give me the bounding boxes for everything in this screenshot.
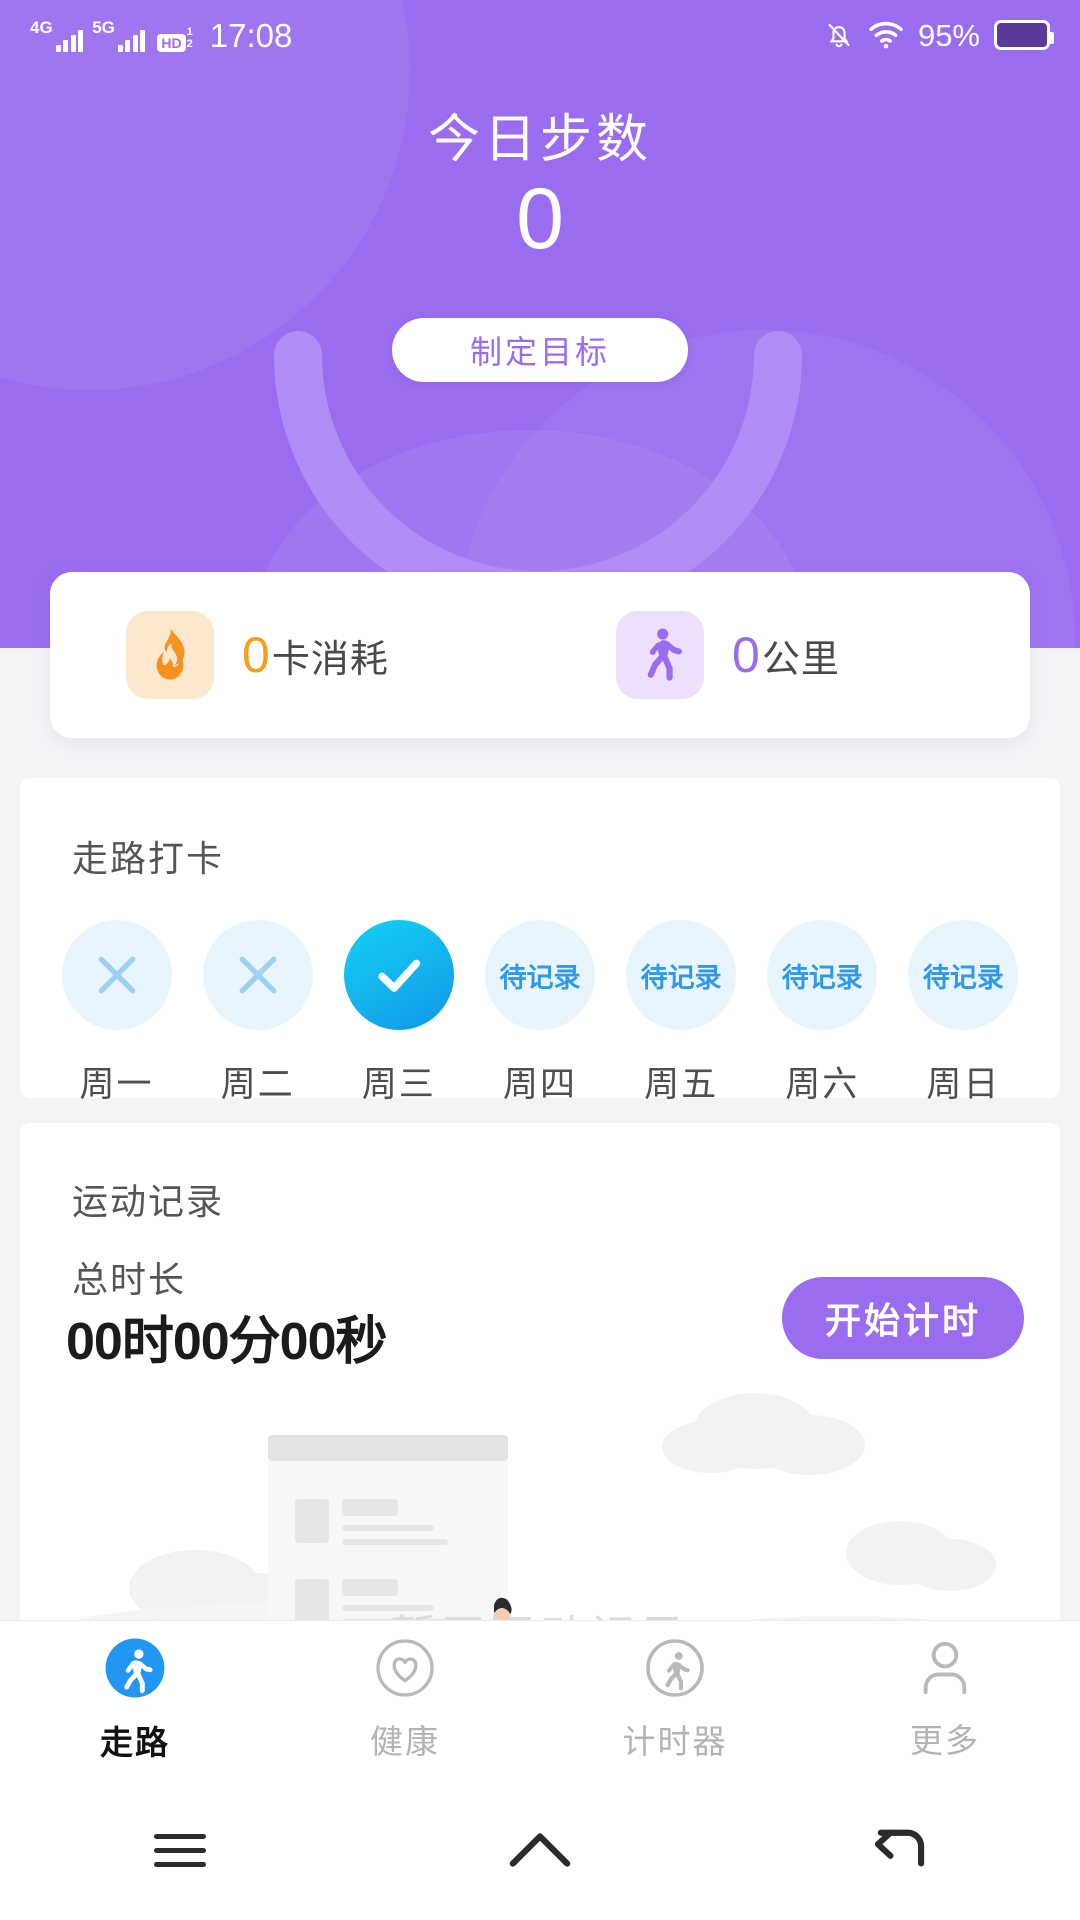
stat-distance[interactable]: 0 公里: [540, 611, 1030, 699]
tab-1[interactable]: 走路: [0, 1637, 270, 1764]
signal-5g-icon: 5G: [92, 17, 146, 52]
checkin-day-label: 周日: [926, 1065, 1001, 1104]
network-type-1: 4G: [30, 17, 53, 37]
steps-count: 0: [516, 171, 564, 267]
hd-num-bottom: 2: [186, 37, 193, 50]
checkin-day-pending-text: 待记录: [781, 962, 863, 993]
checkin-day[interactable]: 待记录 周六: [763, 920, 881, 1107]
tab-2[interactable]: 健康: [270, 1638, 540, 1763]
back-icon: [874, 1829, 925, 1867]
total-duration-value: 00时00分00秒: [66, 1313, 388, 1371]
home-icon: [509, 1833, 571, 1867]
calories-value: 0: [242, 627, 270, 683]
system-nav-bar: [0, 1780, 1080, 1920]
checkin-day-status-missed: [61, 920, 172, 1030]
flame-icon: [126, 611, 214, 699]
nav-back-button[interactable]: [720, 1827, 1080, 1873]
person-outline-icon: [917, 1639, 973, 1702]
checkin-day[interactable]: 周二: [199, 920, 317, 1107]
checkin-day[interactable]: 周三: [340, 920, 458, 1107]
menu-icon: [154, 1833, 206, 1867]
tab-4[interactable]: 更多: [810, 1639, 1080, 1762]
total-duration-label: 总时长: [72, 1259, 187, 1300]
checkin-day-status-pending: 待记录: [908, 920, 1019, 1030]
checkin-day-label: 周三: [361, 1065, 436, 1104]
bottom-tab-bar: 走路 健康 计时器 更多: [0, 1620, 1080, 1780]
walking-person-icon: [616, 611, 704, 699]
battery-icon: [994, 20, 1054, 50]
stat-calories[interactable]: 0 卡消耗: [50, 611, 540, 699]
checkin-day-label: 周二: [220, 1065, 295, 1104]
record-title: 运动记录: [72, 1181, 225, 1222]
status-time: 17:08: [209, 16, 293, 54]
checkin-day-status-pending: 待记录: [484, 920, 595, 1030]
nav-home-button[interactable]: [360, 1828, 720, 1872]
checkin-day-status-pending: 待记录: [767, 920, 878, 1030]
checkin-day-pending-text: 待记录: [640, 962, 722, 993]
checkin-day-pending-text: 待记录: [922, 962, 1004, 993]
status-bar: 4G 5G HD 1 2 17:08 95%: [0, 0, 1080, 70]
tab-label: 更多: [910, 1722, 980, 1759]
checkin-day[interactable]: 待记录 周四: [481, 920, 599, 1107]
checkin-day-status-missed: [202, 920, 313, 1030]
runner-outline-icon: [645, 1638, 705, 1703]
check-icon: [378, 959, 420, 992]
runner-filled-icon: [105, 1638, 165, 1698]
walking-checkin-card: 走路打卡 周一 周二 周三 待记录 周四 待记录 周五 待记录 周六 待记录 周日: [20, 778, 1060, 1104]
runner-outline-icon: [646, 1639, 704, 1697]
set-goal-button[interactable]: 制定目标: [392, 318, 688, 382]
stats-card: 0 卡消耗 0 公里: [50, 572, 1030, 738]
tab-label: 计时器: [622, 1723, 728, 1760]
distance-label: 公里: [761, 639, 840, 681]
close-icon: [239, 956, 277, 994]
heart-outline-icon: [376, 1639, 434, 1697]
checkin-day[interactable]: 待记录 周五: [622, 920, 740, 1107]
checkin-days-row: 周一 周二 周三 待记录 周四 待记录 周五 待记录 周六 待记录 周日: [20, 920, 1060, 1107]
signal-4g-icon: 4G: [30, 17, 84, 52]
wifi-icon: [869, 21, 903, 49]
hd-label: HD: [157, 33, 186, 52]
checkin-day-status-done: [343, 920, 454, 1030]
checkin-day-label: 周四: [502, 1065, 577, 1104]
checkin-day-status-pending: 待记录: [626, 920, 737, 1030]
person-outline-icon: [923, 1641, 967, 1695]
page-title: 今日步数: [427, 111, 652, 169]
checkin-day-pending-text: 待记录: [499, 962, 581, 993]
battery-percent: 95%: [917, 17, 980, 53]
close-icon: [98, 956, 136, 994]
checkin-title: 走路打卡: [72, 838, 225, 879]
heart-outline-icon: [375, 1638, 435, 1703]
checkin-day[interactable]: 周一: [58, 920, 176, 1107]
start-timer-button[interactable]: 开始计时: [782, 1277, 1024, 1359]
tab-3[interactable]: 计时器: [540, 1638, 810, 1763]
tab-label: 健康: [370, 1723, 440, 1760]
distance-value: 0: [732, 627, 760, 683]
runner-filled-icon: [104, 1637, 166, 1704]
checkin-day[interactable]: 待记录 周日: [904, 920, 1022, 1107]
checkin-day-label: 周五: [644, 1065, 719, 1104]
checkin-day-label: 周一: [79, 1065, 154, 1104]
mute-bell-icon: [828, 23, 850, 48]
tab-label: 走路: [100, 1724, 170, 1761]
exercise-record-card: 运动记录 总时长 00时00分00秒 开始计时: [20, 1123, 1060, 1697]
hd-voice-icon: HD 1 2: [157, 27, 193, 52]
checkin-day-label: 周六: [785, 1065, 860, 1104]
app-root: 4G 5G HD 1 2 17:08 95% 今日步数 0 制定目标 0 卡消耗…: [0, 0, 1080, 1920]
calories-label: 卡消耗: [271, 639, 389, 681]
network-type-2: 5G: [92, 17, 115, 37]
nav-menu-button[interactable]: [0, 1833, 360, 1867]
